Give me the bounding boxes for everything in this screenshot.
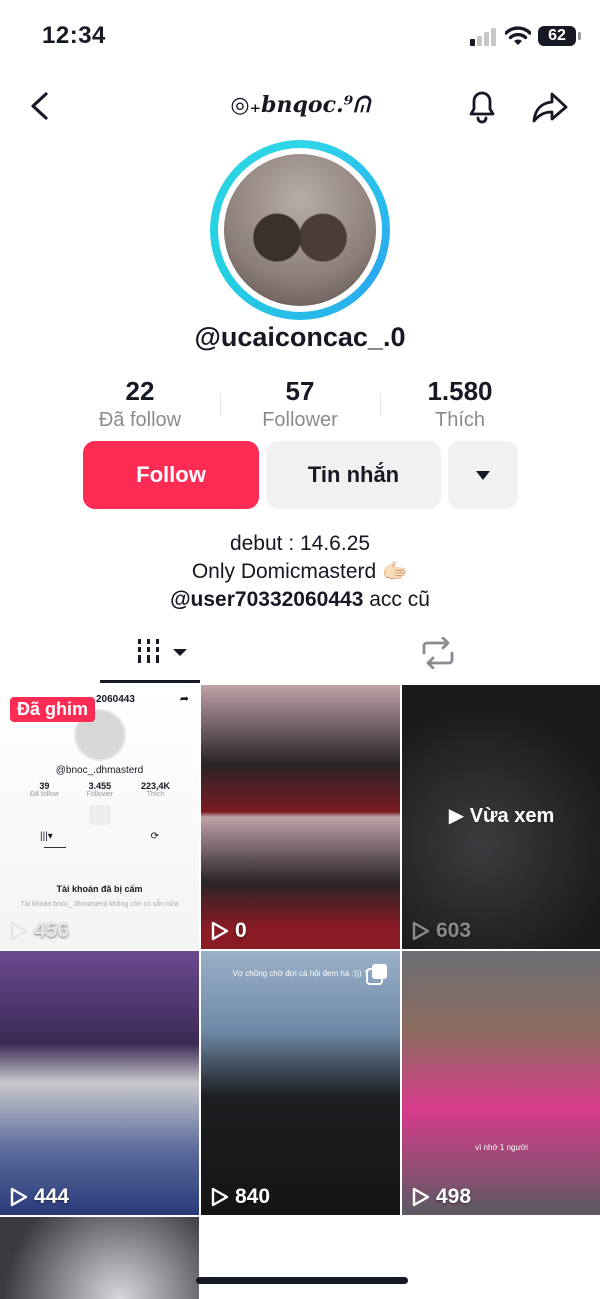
- bell-icon[interactable]: [462, 86, 502, 126]
- grid-icon: |||▾: [40, 831, 53, 842]
- grid-icon: [138, 639, 187, 663]
- bio-line: debut : 14.6.25: [229, 532, 371, 555]
- video-caption: vì nhớ 1 người: [475, 1143, 528, 1152]
- thumbnail-text: Đã follow: [30, 791, 59, 798]
- video-thumbnail[interactable]: Vợ chồng chờ đợi cả hội đem hả :))) ? 84…: [201, 951, 400, 1215]
- stat-label: Follower: [262, 409, 338, 431]
- header-title: ◎₊bnqoc.⁹ᕬ: [230, 92, 370, 118]
- thumbnail-text: 223,4K: [140, 781, 170, 791]
- more-options-button[interactable]: [448, 441, 518, 509]
- view-count-value: 456: [34, 919, 70, 942]
- stat-value: 22: [125, 376, 155, 406]
- thumbnail-text: 2060443: [96, 694, 135, 705]
- play-icon: [412, 1187, 430, 1207]
- video-thumbnail[interactable]: ▶ Vừa xem 603: [402, 685, 600, 949]
- share-icon: ➦: [179, 693, 189, 705]
- view-count: 603: [412, 919, 471, 943]
- stat-following[interactable]: 22 Đã follow: [60, 376, 220, 436]
- video-thumbnail[interactable]: vì nhớ 1 người 498: [402, 951, 600, 1215]
- wifi-icon: [505, 26, 531, 45]
- pinned-badge: Đã ghim: [10, 697, 96, 722]
- thumbnail-text: @bnoc_.dhmasterd: [55, 765, 144, 776]
- bio-text: acc cũ: [363, 588, 430, 611]
- video-thumbnail[interactable]: [0, 1217, 199, 1299]
- profile-username: @ucaiconcac_.0: [194, 322, 406, 352]
- view-count-value: 603: [436, 919, 472, 942]
- tab-videos[interactable]: [100, 625, 200, 683]
- stat-followers[interactable]: 57 Follower: [220, 376, 380, 436]
- watched-label: Vừa xem: [469, 805, 555, 827]
- battery-indicator: 62: [538, 26, 581, 46]
- stat-value: 1.580: [427, 376, 493, 406]
- chevron-down-icon: [476, 471, 490, 480]
- follow-button[interactable]: Follow: [83, 441, 259, 509]
- thumbnail-text: Thích: [146, 791, 165, 798]
- view-count-value: 840: [235, 1185, 271, 1208]
- avatar-photo: [224, 154, 376, 306]
- repost-icon: ⟳: [150, 831, 159, 842]
- tab-reposts[interactable]: [400, 625, 480, 683]
- bio-line: Only Domicmasterd 🫱🏻: [191, 560, 409, 583]
- content-tabs: [0, 625, 600, 683]
- profile-bio: debut : 14.6.25 Only Domicmasterd 🫱🏻 @us…: [0, 530, 600, 614]
- bio-line: @user70332060443 acc cũ: [0, 586, 600, 614]
- status-time: 12:34: [42, 22, 106, 49]
- view-count-value: 498: [436, 1185, 472, 1208]
- play-icon: [211, 1187, 229, 1207]
- video-thumbnail[interactable]: 0: [201, 685, 400, 949]
- view-count-value: 444: [34, 1185, 70, 1208]
- stat-label: Đã follow: [98, 409, 182, 431]
- thumbnail-text: 3.455: [88, 781, 112, 791]
- message-button[interactable]: Tin nhắn: [266, 441, 441, 509]
- signal-icon: [470, 28, 498, 46]
- thumbnail-text: Follower: [86, 791, 114, 798]
- thumbnail-image: 2060443 ➦ @bnoc_.dhmasterd 39 Đã follow 3…: [0, 685, 199, 949]
- repost-icon: [422, 637, 454, 669]
- profile-header: ◎₊bnqoc.⁹ᕬ: [0, 80, 600, 132]
- play-icon: [211, 921, 229, 941]
- view-count: 840: [211, 1185, 270, 1209]
- stat-value: 57: [285, 376, 315, 406]
- play-icon: [10, 1187, 28, 1207]
- video-thumbnail[interactable]: 444: [0, 951, 199, 1215]
- view-count: 498: [412, 1185, 471, 1209]
- view-count: 0: [211, 919, 247, 943]
- view-count: 456: [10, 919, 69, 943]
- play-icon: [10, 921, 28, 941]
- avatar[interactable]: [210, 140, 390, 320]
- stat-likes[interactable]: 1.580 Thích: [380, 376, 540, 436]
- thumbnail-stats: 39 Đã follow 3.455 Follower 223,4K Thích: [30, 781, 170, 798]
- thumbnail-text: Tài khoản đã bị cấm: [56, 884, 143, 894]
- play-icon: [412, 921, 430, 941]
- stat-label: Thích: [434, 409, 486, 431]
- multi-photo-icon: [366, 964, 387, 985]
- view-count-value: 0: [235, 919, 247, 942]
- share-icon[interactable]: [530, 88, 570, 126]
- status-bar: 12:34 62: [0, 0, 600, 70]
- home-indicator: [196, 1277, 408, 1284]
- profile-stats: 22 Đã follow 57 Follower 1.580 Thích: [60, 376, 540, 436]
- thumbnail-text: Tài khoản bnoc_.dhmasterd không còn có s…: [20, 901, 179, 908]
- bio-mention-link[interactable]: @user70332060443: [170, 588, 363, 611]
- watched-overlay: ▶ Vừa xem: [448, 805, 555, 827]
- video-thumbnail[interactable]: 2060443 ➦ @bnoc_.dhmasterd 39 Đã follow 3…: [0, 685, 199, 949]
- add-friend-icon: [89, 805, 111, 825]
- view-count: 444: [10, 1185, 69, 1209]
- thumbnail-text: 39: [39, 781, 50, 791]
